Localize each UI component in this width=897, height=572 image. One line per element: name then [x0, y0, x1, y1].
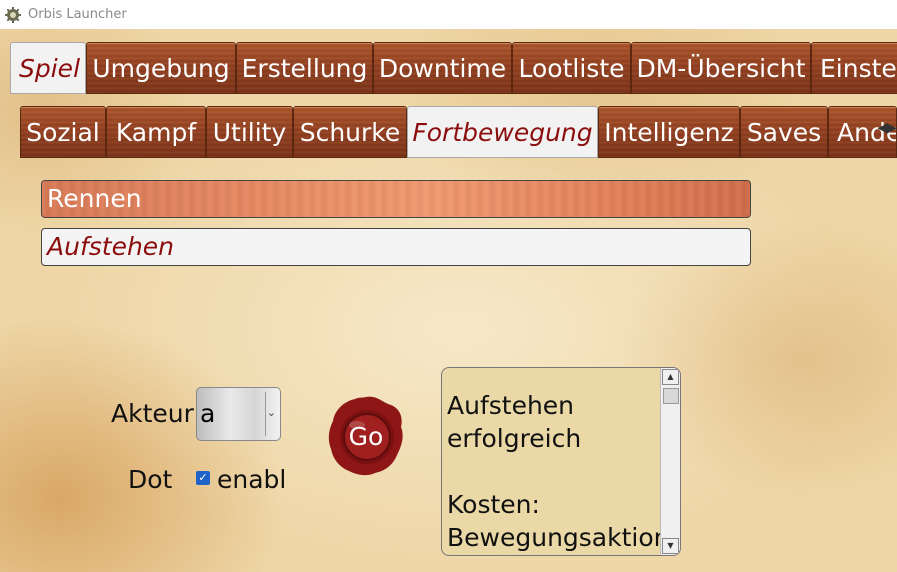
akteur-select[interactable]: a ⌄ [196, 387, 281, 441]
output-textarea[interactable]: Aufstehen erfolgreich Kosten: Bewegungsa… [441, 367, 681, 556]
action-item[interactable]: Rennen [41, 180, 751, 218]
sub-tab[interactable]: Kampf [106, 106, 206, 158]
sub-tab[interactable]: Sozial [20, 106, 106, 158]
scroll-down-icon[interactable]: ▼ [662, 538, 679, 554]
action-item[interactable]: Aufstehen [41, 228, 751, 266]
dot-label: Dot [128, 465, 173, 494]
main-panel: Spiel Umgebung Erstellung Downtime Lootliste… [0, 29, 897, 572]
tab-scroll-arrows-icon[interactable]: ◀▶ [875, 120, 897, 136]
main-tab[interactable]: Lootliste [512, 42, 631, 94]
checkmark-icon: ✓ [198, 471, 208, 484]
sub-tab[interactable]: Saves [740, 106, 828, 158]
akteur-select-value: a [200, 399, 216, 428]
scroll-up-icon[interactable]: ▲ [662, 369, 679, 385]
dot-checkbox-label[interactable]: enabl [217, 465, 286, 494]
dot-checkbox[interactable]: ✓ [196, 471, 210, 485]
go-button[interactable]: Go [327, 395, 405, 477]
sub-tab[interactable]: Fortbewegung [407, 106, 598, 158]
main-tab[interactable]: Einstellungen [811, 42, 897, 94]
sub-tab[interactable]: Utility [206, 106, 293, 158]
akteur-label: Akteur [111, 399, 194, 428]
main-tab[interactable]: Erstellung [236, 42, 373, 94]
output-scrollbar[interactable]: ▲ ▼ [660, 368, 680, 555]
main-tab[interactable]: DM-Übersicht [631, 42, 811, 94]
window-title: Orbis Launcher [28, 7, 127, 22]
output-text: Aufstehen erfolgreich Kosten: Bewegungsa… [447, 391, 670, 552]
sub-tab-bar: Sozial Kampf Utility Schurke Fortbewegung Int… [20, 106, 897, 158]
go-button-label: Go [348, 421, 384, 451]
gear-icon [5, 6, 21, 23]
chevron-down-icon: ⌄ [266, 406, 276, 419]
main-tab[interactable]: Spiel [10, 42, 86, 94]
main-tab[interactable]: Umgebung [86, 42, 236, 94]
sub-tab[interactable]: Intelligenz [598, 106, 740, 158]
title-bar: Orbis Launcher [0, 0, 897, 29]
main-tab[interactable]: Downtime [373, 42, 512, 94]
sub-tab[interactable]: Schurke [293, 106, 407, 158]
main-tab-bar: Spiel Umgebung Erstellung Downtime Lootliste… [10, 42, 897, 94]
scroll-thumb[interactable] [663, 388, 679, 404]
